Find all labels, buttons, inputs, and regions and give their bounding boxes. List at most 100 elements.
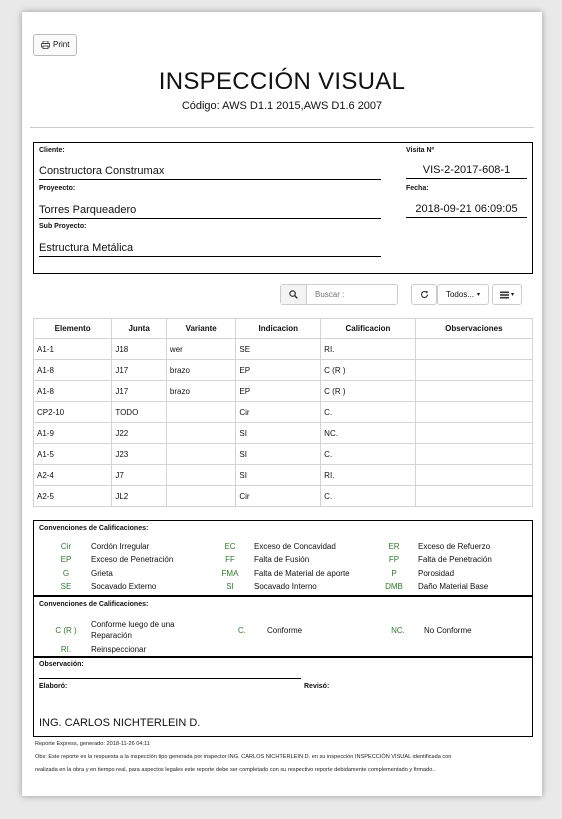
table-cell: SI (235, 443, 322, 465)
table-cell: Cir (235, 485, 322, 507)
conv1-desc: Grieta (91, 568, 113, 578)
table-cell: C (R ) (320, 359, 416, 381)
proyecto-label: Proyeecto: (39, 185, 76, 192)
table-cell: EP (235, 359, 322, 381)
conv1-desc: Socavado Externo (91, 581, 157, 591)
observacion-line (39, 678, 301, 679)
search-icon[interactable] (281, 285, 307, 304)
conv1-desc: Exceso de Concavidad (254, 542, 336, 551)
results-table: Elemento Junta Variante Indicacion Calificac… (32, 318, 534, 507)
column-header: Junta (111, 318, 167, 339)
table-row: A1-8 J17 brazo EP C (R ) (32, 359, 534, 381)
table-row: A1-5 J23 SI C. (32, 443, 534, 465)
search-input[interactable] (307, 285, 397, 304)
footer-note-line2: realizada en la obra y en tiempo real, p… (35, 767, 436, 773)
table-cell: CP2-10 (32, 401, 113, 423)
conv2-code: C. (238, 626, 246, 635)
table-cell (165, 485, 237, 507)
conv1-code: P (391, 568, 397, 578)
table-cell (414, 443, 534, 465)
printer-icon (41, 41, 50, 49)
columns-button[interactable]: ▾ (492, 284, 522, 305)
conv1-code: SE (60, 581, 72, 591)
cliente-label: Cliente: (39, 147, 65, 154)
conv1-code: EP (60, 555, 72, 565)
table-cell: Cir (235, 401, 322, 423)
report-page: Print INSPECCIÓN VISUAL Código: AWS D1.1… (22, 12, 542, 796)
print-label: Print (53, 40, 70, 49)
table-cell (414, 485, 534, 507)
table-cell: RI. (320, 464, 416, 486)
conv1-title: Convenciones de Calificaciones: (39, 525, 149, 532)
table-cell (165, 401, 237, 423)
observacion-label: Observación: (39, 661, 84, 668)
table-cell (414, 422, 534, 444)
table-row: A1-8 J17 brazo EP C (R ) (32, 380, 534, 402)
conv1-desc: Cordón Irregular (91, 542, 150, 551)
conv1-code: ER (388, 542, 400, 551)
conv1-desc: Socavado Interno (254, 581, 317, 591)
table-cell (414, 338, 534, 360)
table-cell (414, 401, 534, 423)
conv1-code: Cir (60, 542, 72, 551)
table-cell: C (R ) (320, 380, 416, 402)
table-cell: J7 (111, 464, 167, 486)
table-cell: SI (235, 464, 322, 486)
table-cell: wer (165, 338, 237, 360)
table-cell (165, 422, 237, 444)
table-cell: brazo (165, 380, 237, 402)
conv1-code: EC (224, 542, 236, 551)
subproyecto-label: Sub Proyecto: (39, 223, 87, 230)
elaboro-label: Elaboró: (39, 683, 68, 690)
table-cell: C. (320, 485, 416, 507)
table-cell: JL2 (111, 485, 167, 507)
table-cell: J17 (111, 359, 167, 381)
table-cell: J17 (111, 380, 167, 402)
elaboro-name: ING. CARLOS NICHTERLEIN D. (39, 717, 201, 729)
print-button[interactable]: Print (33, 34, 78, 56)
table-cell (414, 359, 534, 381)
table-cell: brazo (165, 359, 237, 381)
divider (30, 127, 534, 128)
conv1-desc: Porosidad (418, 568, 455, 578)
table-cell (414, 380, 534, 402)
table-cell: A1-1 (32, 338, 113, 360)
page-subtitle: Código: AWS D1.1 2015,AWS D1.6 2007 (181, 100, 383, 112)
table-cell (165, 443, 237, 465)
todos-dropdown[interactable]: Todos... ▾ (437, 284, 489, 305)
conv1-desc: Falta de Penetración (418, 555, 492, 565)
page-title: INSPECCIÓN VISUAL (158, 68, 406, 95)
table-cell: C. (320, 401, 416, 423)
observaciones-box: Observación: Elaboró: Revisó: ING. CARLO… (33, 657, 533, 737)
conv1-desc: Daño Material Base (418, 581, 489, 591)
table-cell: A2-5 (32, 485, 113, 507)
conv2-title: Convenciones de Calificaciones: (39, 601, 149, 608)
table-cell: A1-8 (32, 380, 113, 402)
visita-label: Visita Nº (406, 147, 435, 154)
table-cell: A1-8 (32, 359, 113, 381)
column-header: Indicacion (235, 318, 322, 339)
table-header-row: Elemento Junta Variante Indicacion Calificac… (32, 318, 534, 339)
reviso-label: Revisó: (304, 683, 330, 690)
table-cell: J23 (111, 443, 167, 465)
table-cell: SE (235, 338, 322, 360)
table-cell: C. (320, 443, 416, 465)
table-cell (165, 464, 237, 486)
table-cell: A1-5 (32, 443, 113, 465)
conv1-code: G (62, 568, 70, 578)
proyecto-value: Torres Parqueadero (39, 204, 381, 219)
conv2-code: RI. (60, 645, 72, 654)
footer-note-line1: Obs: Este reporte es la respuesta a la i… (35, 754, 452, 760)
fecha-value: 2018-09-21 06:09:05 (406, 203, 527, 218)
table-cell: J18 (111, 338, 167, 360)
list-icon (499, 291, 509, 298)
column-header: Observaciones (414, 318, 534, 339)
search-box (280, 284, 398, 305)
table-row: CP2-10 TODO Cir C. (32, 401, 534, 423)
table-cell (414, 464, 534, 486)
refresh-icon (420, 290, 428, 298)
table-cell: J22 (111, 422, 167, 444)
refresh-button[interactable] (411, 284, 437, 305)
conv2-code: C (R ) (55, 626, 77, 635)
report-info-box: Cliente: Constructora Construmax Proyeec… (33, 142, 533, 274)
